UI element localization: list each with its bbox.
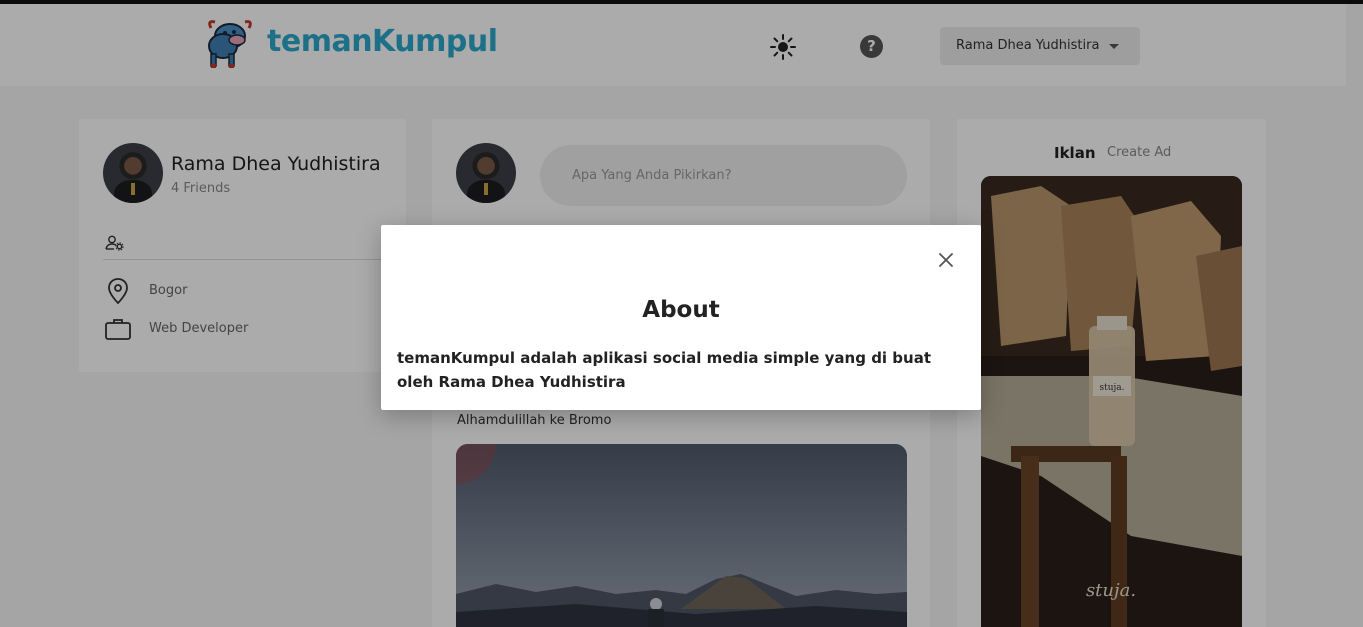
close-icon[interactable]: [937, 251, 955, 269]
about-modal: About temanKumpul adalah aplikasi social…: [381, 225, 981, 410]
modal-body-text: temanKumpul adalah aplikasi social media…: [397, 349, 932, 391]
modal-title: About: [642, 297, 720, 323]
